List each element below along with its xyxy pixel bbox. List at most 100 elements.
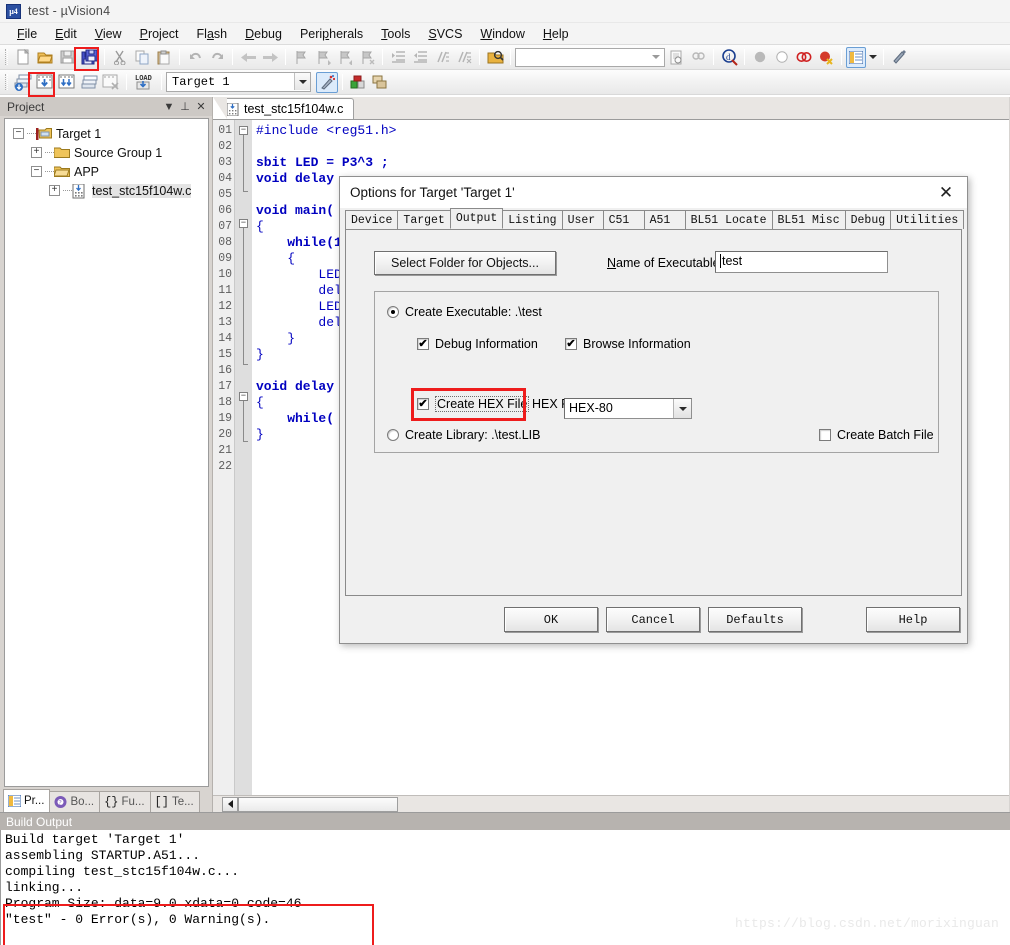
tree-item-app[interactable]: − APP xyxy=(5,162,208,181)
browse-information-row[interactable]: ✔ Browse Information xyxy=(565,337,691,351)
radio-create-library[interactable] xyxy=(387,429,399,441)
menu-help[interactable]: Help xyxy=(534,25,578,43)
tab-bl51-misc[interactable]: BL51 Misc xyxy=(771,210,846,229)
tab-c51[interactable]: C51 xyxy=(602,210,645,229)
breakpoint-icon[interactable] xyxy=(749,47,771,68)
select-folder-button[interactable]: Select Folder for Objects... xyxy=(374,251,556,275)
tree-expander[interactable]: − xyxy=(13,128,24,139)
tab-utilities[interactable]: Utilities xyxy=(890,210,965,229)
create-executable-radio-row[interactable]: Create Executable: .\test xyxy=(387,305,542,319)
ok-button[interactable]: OK xyxy=(504,607,598,632)
panel-menu-icon[interactable]: ▼ xyxy=(161,99,177,114)
cancel-button[interactable]: Cancel xyxy=(606,607,700,632)
menu-project[interactable]: Project xyxy=(131,25,188,43)
indent-icon[interactable] xyxy=(387,47,409,68)
rebuild-all-icon[interactable] xyxy=(56,72,78,93)
batch-build-icon[interactable] xyxy=(78,72,100,93)
tree-expander[interactable]: + xyxy=(31,147,42,158)
tab-bl51-locate[interactable]: BL51 Locate xyxy=(684,210,773,229)
options-for-target-icon[interactable] xyxy=(316,71,338,93)
tab-device[interactable]: Device xyxy=(345,210,399,229)
project-window-dropdown-icon[interactable] xyxy=(866,47,879,68)
menu-view[interactable]: View xyxy=(86,25,131,43)
save-file-icon[interactable] xyxy=(56,47,78,68)
editor-horizontal-scrollbar[interactable] xyxy=(213,795,1010,812)
menu-peripherals[interactable]: Peripherals xyxy=(291,25,372,43)
build-target-icon[interactable] xyxy=(34,72,56,93)
manage-project-items-icon[interactable] xyxy=(369,72,391,93)
undo-icon[interactable] xyxy=(184,47,206,68)
bookmark-next-icon[interactable] xyxy=(334,47,356,68)
search-input[interactable] xyxy=(515,47,665,67)
tab-listing[interactable]: Listing xyxy=(502,210,563,229)
menu-file[interactable]: File xyxy=(8,25,46,43)
tree-item-c-file[interactable]: + test_stc15f104w.c xyxy=(5,181,208,200)
forward-icon[interactable] xyxy=(259,47,281,68)
scroll-thumb[interactable] xyxy=(238,796,398,812)
defaults-button[interactable]: Defaults xyxy=(708,607,802,632)
scroll-left-icon[interactable] xyxy=(222,796,238,812)
new-file-icon[interactable] xyxy=(12,47,34,68)
bookmark-clear-icon[interactable] xyxy=(356,47,378,68)
toolbar-grip-2[interactable] xyxy=(5,74,8,90)
create-library-radio-row[interactable]: Create Library: .\test.LIB xyxy=(387,428,540,442)
checkbox-browse-information[interactable]: ✔ xyxy=(565,338,577,350)
project-tree[interactable]: − Target 1 + Source Group 1 − APP + test… xyxy=(4,118,209,787)
redo-icon[interactable] xyxy=(206,47,228,68)
tab-debug[interactable]: Debug xyxy=(844,210,892,229)
chevron-down-icon[interactable] xyxy=(673,399,691,418)
menu-flash[interactable]: Flash xyxy=(188,25,237,43)
close-icon[interactable]: ✕ xyxy=(193,99,209,114)
fold-toggle[interactable]: − xyxy=(239,392,248,401)
bookmark-toggle-icon[interactable] xyxy=(290,47,312,68)
cut-icon[interactable] xyxy=(109,47,131,68)
tree-expander[interactable]: + xyxy=(49,185,60,196)
tab-project[interactable]: Pr... xyxy=(3,789,51,812)
radio-create-executable[interactable] xyxy=(387,306,399,318)
build-output-text[interactable]: Build target 'Target 1' assembling START… xyxy=(0,830,1010,945)
download-icon[interactable]: LOAD xyxy=(131,72,157,93)
tab-functions[interactable]: {} Fu... xyxy=(99,791,151,812)
tree-item-target[interactable]: − Target 1 xyxy=(5,124,208,143)
find-in-files-icon[interactable] xyxy=(484,47,506,68)
copy-icon[interactable] xyxy=(131,47,153,68)
menu-window[interactable]: Window xyxy=(471,25,533,43)
pin-icon[interactable]: ⊥ xyxy=(177,99,193,114)
save-all-icon[interactable] xyxy=(78,47,100,68)
editor-tab-active[interactable]: test_stc15f104w.c xyxy=(219,98,355,119)
tab-a51[interactable]: A51 xyxy=(643,210,686,229)
search-dropdown-icon[interactable] xyxy=(648,49,664,66)
disable-all-breakpoints-icon[interactable] xyxy=(793,47,815,68)
project-window-toggle-icon[interactable] xyxy=(846,46,866,68)
tab-books[interactable]: ? Bo... xyxy=(49,791,101,812)
target-select[interactable]: Target 1 xyxy=(166,72,311,92)
paste-icon[interactable] xyxy=(153,47,175,68)
tab-templates[interactable]: [] Te... xyxy=(149,791,200,812)
fold-toggle[interactable]: − xyxy=(239,219,248,228)
back-icon[interactable] xyxy=(237,47,259,68)
tab-user[interactable]: User xyxy=(561,210,604,229)
outdent-icon[interactable] xyxy=(409,47,431,68)
translate-icon[interactable] xyxy=(12,72,34,93)
menu-edit[interactable]: Edit xyxy=(46,25,86,43)
find-icon[interactable] xyxy=(665,47,687,68)
fold-column[interactable]: − − − xyxy=(235,120,252,795)
stop-build-icon[interactable] xyxy=(100,72,122,93)
browse-symbols-icon[interactable]: d xyxy=(718,47,740,68)
target-select-arrow-icon[interactable] xyxy=(294,73,310,90)
tab-output[interactable]: Output xyxy=(449,208,504,229)
breakpoint-disabled-icon[interactable] xyxy=(771,47,793,68)
checkbox-create-batch-file[interactable] xyxy=(819,429,831,441)
options-dialog[interactable]: Options for Target 'Target 1' ✕ Device T… xyxy=(339,176,968,644)
menu-debug[interactable]: Debug xyxy=(236,25,291,43)
kill-all-breakpoints-icon[interactable] xyxy=(815,47,837,68)
name-of-executable-input[interactable]: test xyxy=(715,251,888,273)
create-batch-file-row[interactable]: Create Batch File xyxy=(819,428,934,442)
configuration-wizard-icon[interactable] xyxy=(888,47,910,68)
help-button[interactable]: Help xyxy=(866,607,960,632)
find-next-icon[interactable] xyxy=(687,47,709,68)
checkbox-debug-information[interactable]: ✔ xyxy=(417,338,429,350)
tree-item-source-group[interactable]: + Source Group 1 xyxy=(5,143,208,162)
menu-svcs[interactable]: SVCS xyxy=(419,25,471,43)
manage-components-icon[interactable] xyxy=(347,72,369,93)
